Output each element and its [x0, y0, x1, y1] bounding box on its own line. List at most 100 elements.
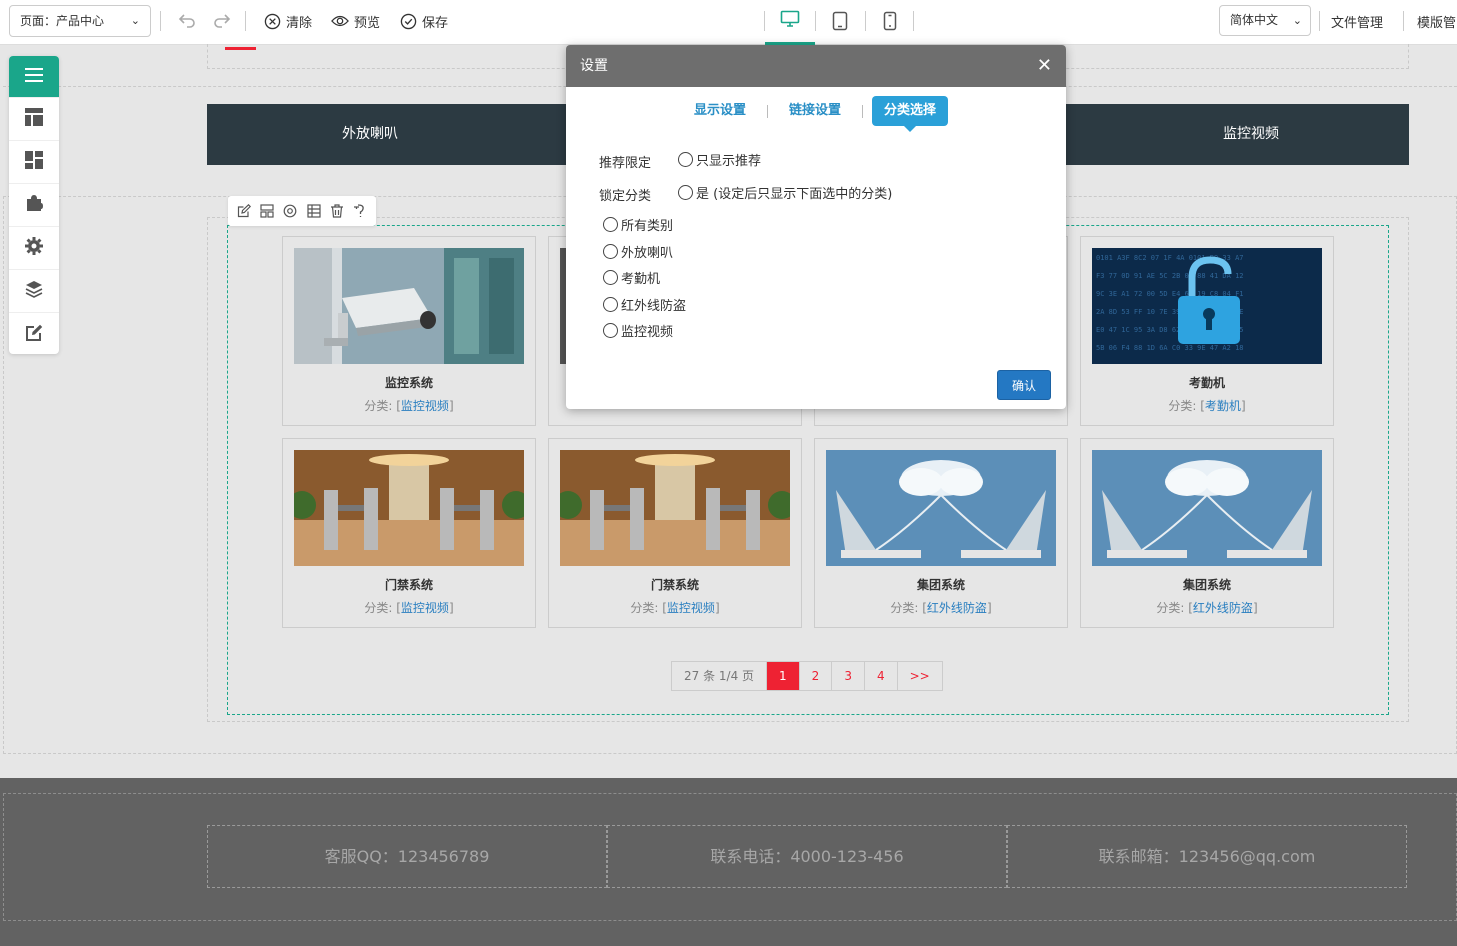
category-link[interactable]: 红外线防盗	[1193, 601, 1253, 615]
radio-button[interactable]	[678, 152, 693, 167]
tablet-view-button[interactable]	[815, 0, 865, 45]
plugin-tool-button[interactable]	[9, 184, 59, 227]
lock-category-option-label: 是 (设定后只显示下面选中的分类)	[696, 187, 893, 202]
product-title[interactable]: 考勤机	[1081, 374, 1333, 391]
category-option[interactable]: 红外线防盗	[603, 295, 686, 314]
undo-icon[interactable]	[175, 8, 199, 34]
nav-item-speaker[interactable]: 外放喇叭	[220, 104, 520, 165]
category-option[interactable]: 考勤机	[603, 268, 660, 287]
page-select[interactable]: 页面：产品中心 ⌄	[9, 5, 151, 37]
radio-button[interactable]	[603, 297, 618, 312]
category-link[interactable]: 监控视频	[401, 601, 449, 615]
template-manage-link[interactable]: 模版管	[1417, 12, 1456, 31]
tab-divider	[862, 105, 863, 118]
product-category: 分类: [红外线防盗]	[815, 599, 1067, 616]
product-image	[560, 450, 790, 566]
category-link[interactable]: 监控视频	[667, 601, 715, 615]
radio-button[interactable]	[678, 185, 693, 200]
clear-button[interactable]: 清除	[263, 8, 312, 34]
check-circle-icon	[399, 12, 417, 30]
redo-icon[interactable]	[210, 8, 234, 34]
edit-icon[interactable]	[235, 202, 253, 220]
category-suffix: ]	[1252, 601, 1258, 615]
category-suffix: ]	[448, 601, 454, 615]
confirm-button[interactable]: 确认	[997, 370, 1051, 400]
edit-tool-button[interactable]	[9, 313, 59, 354]
page-link-1[interactable]: 1	[766, 662, 799, 690]
product-title[interactable]: 门禁系统	[283, 576, 535, 593]
trash-icon[interactable]	[328, 202, 346, 220]
product-title[interactable]: 集团系统	[815, 576, 1067, 593]
recommend-only-label: 只显示推荐	[696, 154, 762, 169]
preview-button[interactable]: 预览	[331, 8, 380, 34]
chevron-down-icon: ⌄	[130, 14, 140, 27]
save-button[interactable]: 保存	[399, 8, 448, 34]
recommend-only-option[interactable]: 只显示推荐	[678, 150, 761, 169]
page-link-2[interactable]: 2	[798, 662, 832, 690]
chevron-down-icon: ⌄	[1292, 14, 1302, 27]
category-option-label: 考勤机	[621, 272, 661, 287]
dialog-tabs: 显示设置 链接设置 分类选择	[566, 96, 1066, 132]
category-link[interactable]: 红外线防盗	[927, 601, 987, 615]
language-select-value: 简体中文	[1230, 13, 1279, 27]
settings-tool-button[interactable]	[9, 227, 59, 270]
product-card[interactable]: 门禁系统 分类: [监控视频]	[548, 438, 802, 628]
menu-button[interactable]	[9, 56, 59, 98]
radio-button[interactable]	[603, 323, 618, 338]
category-suffix: ]	[986, 601, 992, 615]
help-icon[interactable]	[351, 202, 369, 220]
product-card[interactable]: 集团系统 分类: [红外线防盗]	[1080, 438, 1334, 628]
product-title[interactable]: 门禁系统	[549, 576, 801, 593]
dashboard-tool-button[interactable]	[9, 141, 59, 184]
layout-tool-button[interactable]	[9, 98, 59, 141]
category-option[interactable]: 监控视频	[603, 321, 673, 340]
category-prefix: 分类: [	[1156, 601, 1193, 615]
product-card[interactable]: 集团系统 分类: [红外线防盗]	[814, 438, 1068, 628]
lock-category-label: 锁定分类	[599, 189, 652, 204]
product-card[interactable]: 0101 A3F 8C2 07 1F 4A 0101 B9 33 A7 F3 7…	[1080, 236, 1334, 426]
top-toolbar: 页面：产品中心 ⌄ 清除 预览 保存 简体中文 ⌄ 文件管理 模版管	[0, 0, 1457, 45]
radio-button[interactable]	[603, 270, 618, 285]
mobile-view-button[interactable]	[865, 0, 915, 45]
product-card[interactable]: 监控系统 分类: [监控视频]	[282, 236, 536, 426]
layers-tool-button[interactable]	[9, 270, 59, 313]
category-link[interactable]: 考勤机	[1205, 399, 1241, 413]
next-page-link[interactable]: >>	[896, 662, 942, 690]
left-tool-strip	[9, 56, 59, 354]
layout-icon[interactable]	[258, 202, 276, 220]
category-suffix: ]	[714, 601, 720, 615]
category-option[interactable]: 外放喇叭	[603, 242, 673, 261]
product-title[interactable]: 集团系统	[1081, 576, 1333, 593]
product-card[interactable]: 门禁系统 分类: [监控视频]	[282, 438, 536, 628]
pagination-info: 27 条 1/4 页	[684, 669, 755, 683]
lock-category-option[interactable]: 是 (设定后只显示下面选中的分类)	[678, 183, 892, 202]
footer-qq: 客服QQ：123456789	[207, 825, 607, 888]
product-title[interactable]: 监控系统	[283, 374, 535, 391]
tab-category-select[interactable]: 分类选择	[872, 96, 949, 132]
radio-button[interactable]	[603, 244, 618, 259]
settings-target-icon[interactable]	[281, 202, 299, 220]
radio-button[interactable]	[603, 217, 618, 232]
category-option[interactable]: 所有类别	[603, 215, 673, 234]
tab-link-settings[interactable]: 链接设置	[789, 96, 841, 126]
svg-text:5B 06 F4 88 1D 6A C0 33 9E 47: 5B 06 F4 88 1D 6A C0 33 9E 47 A2 18	[1096, 344, 1244, 352]
block-mini-toolbar	[228, 196, 376, 226]
list-icon[interactable]	[305, 202, 323, 220]
file-manage-link[interactable]: 文件管理	[1331, 12, 1383, 31]
category-prefix: 分类: [	[364, 601, 401, 615]
page-link-3[interactable]: 3	[831, 662, 864, 690]
category-link[interactable]: 监控视频	[401, 399, 449, 413]
language-select[interactable]: 简体中文 ⌄	[1219, 5, 1311, 36]
recommend-label: 推荐限定	[599, 156, 652, 171]
category-option-label: 红外线防盗	[621, 299, 687, 314]
dialog-header: 设置 ✕	[566, 45, 1066, 87]
page-select-value: 页面：产品中心	[20, 14, 105, 28]
desktop-icon	[780, 10, 800, 32]
tab-display-settings[interactable]: 显示设置	[694, 96, 746, 126]
pagination: 27 条 1/4 页 1 2 3 4 >>	[671, 661, 943, 691]
desktop-view-button[interactable]	[765, 0, 815, 45]
page-link-4[interactable]: 4	[863, 662, 897, 690]
category-prefix: 分类: [	[890, 601, 927, 615]
close-icon[interactable]: ✕	[1037, 45, 1052, 87]
nav-item-monitoring[interactable]: 监控视频	[1101, 104, 1401, 165]
